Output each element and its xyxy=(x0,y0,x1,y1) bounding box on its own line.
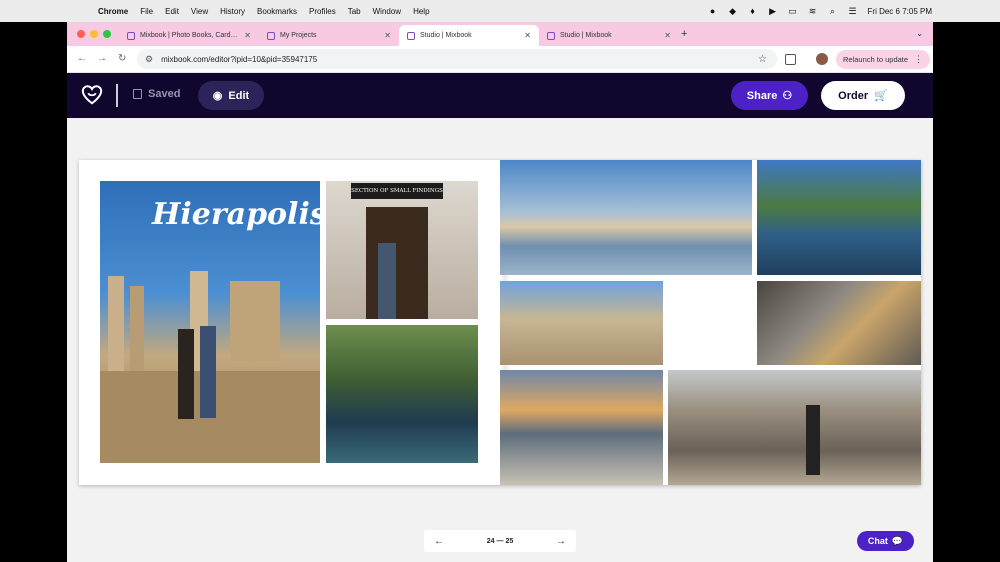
order-label: Order xyxy=(838,89,869,102)
mixbook-favicon-icon xyxy=(547,31,555,40)
save-disk-icon xyxy=(133,89,142,99)
search-icon[interactable]: ⌕ xyxy=(828,6,838,16)
hierapolis-title-text: Hierapolis xyxy=(152,197,320,232)
menu-view[interactable]: View xyxy=(191,7,208,16)
tab-title: Studio | Mixbook xyxy=(420,32,472,39)
mixbook-heart-logo-icon[interactable] xyxy=(81,84,103,106)
menu-bookmarks[interactable]: Bookmarks xyxy=(257,7,297,16)
menu-edit[interactable]: Edit xyxy=(165,7,179,16)
small-findings-sign: SECTION OF SMALL FINDINGS xyxy=(351,183,443,199)
tab-title: Studio | Mixbook xyxy=(560,32,612,39)
tab-title: Mixbook | Photo Books, Card… xyxy=(140,32,238,39)
edit-mode-button[interactable]: ◉ Edit xyxy=(198,81,264,110)
close-tab-icon[interactable]: ✕ xyxy=(664,31,671,40)
relaunch-button[interactable]: Relaunch to update ⋮ xyxy=(836,50,930,69)
photo-ruins-columns[interactable] xyxy=(500,281,663,365)
editor-canvas: Hierapolis SECTION OF SMALL FINDINGS ← 2… xyxy=(67,118,933,562)
photo-small-findings-doorway[interactable]: SECTION OF SMALL FINDINGS xyxy=(326,181,478,319)
chat-button[interactable]: Chat 💬 xyxy=(857,531,914,551)
tab-studio-active[interactable]: Studio | Mixbook ✕ xyxy=(399,25,539,46)
minimize-window-icon[interactable] xyxy=(90,30,98,38)
record-icon[interactable]: ● xyxy=(708,6,718,16)
mixbook-favicon-icon xyxy=(267,31,275,40)
address-bar[interactable]: ⚙ mixbook.com/editor?ipid=10&pid=3594717… xyxy=(137,49,777,69)
bookmark-star-icon[interactable]: ☆ xyxy=(758,54,767,65)
doorway-shape xyxy=(366,207,428,319)
photo-pool-swimmers[interactable] xyxy=(326,325,478,463)
play-icon[interactable]: ▶ xyxy=(768,6,778,16)
page-indicator: 24 — 25 xyxy=(486,537,514,545)
woman-figure xyxy=(806,405,820,475)
chat-bubble-icon: 💬 xyxy=(891,535,904,546)
menu-tab[interactable]: Tab xyxy=(348,7,361,16)
mixbook-favicon-icon xyxy=(127,31,135,40)
tab-strip: Mixbook | Photo Books, Card… ✕ My Projec… xyxy=(67,22,933,46)
menu-app-name[interactable]: Chrome xyxy=(98,7,128,16)
photo-travertine-sunset[interactable] xyxy=(500,160,752,275)
browser-window: Mixbook | Photo Books, Card… ✕ My Projec… xyxy=(67,22,933,562)
share-people-icon: ⚇ xyxy=(782,90,793,102)
editor-header: Saved ◉ Edit Share ⚇ Order 🛒 xyxy=(67,73,933,118)
photo-museum-statue[interactable] xyxy=(757,281,921,365)
photo-terraces-sunset[interactable] xyxy=(500,370,663,485)
photo-antique-pool[interactable] xyxy=(757,160,921,275)
tab-search-chevron-icon[interactable]: ⌄ xyxy=(916,29,923,38)
window-controls xyxy=(77,30,111,38)
previous-page-arrow-icon[interactable]: ← xyxy=(434,536,444,547)
page-spread: Hierapolis SECTION OF SMALL FINDINGS xyxy=(79,160,921,485)
cart-icon: 🛒 xyxy=(874,90,888,102)
close-window-icon[interactable] xyxy=(77,30,85,38)
tab-my-projects[interactable]: My Projects ✕ xyxy=(259,25,399,46)
forward-arrow-icon[interactable]: → xyxy=(97,53,107,64)
share-label: Share xyxy=(746,89,778,102)
maximize-window-icon[interactable] xyxy=(103,30,111,38)
browser-toolbar: ← → ↻ ⚙ mixbook.com/editor?ipid=10&pid=3… xyxy=(67,46,933,73)
chat-label: Chat xyxy=(867,536,888,546)
close-tab-icon[interactable]: ✕ xyxy=(244,31,251,40)
profile-avatar[interactable] xyxy=(816,53,828,65)
photo-hierapolis-ruins[interactable]: Hierapolis xyxy=(100,181,320,463)
extensions-puzzle-icon[interactable] xyxy=(785,54,796,65)
share-button[interactable]: Share ⚇ xyxy=(731,81,808,110)
menu-window[interactable]: Window xyxy=(373,7,401,16)
page-navigator: ← 24 — 25 → xyxy=(424,530,576,552)
photo-amphitheater[interactable] xyxy=(668,370,921,485)
saved-status: Saved xyxy=(133,88,180,100)
new-tab-icon[interactable]: + xyxy=(681,28,687,40)
macos-menu-bar: Chrome File Edit View History Bookmarks … xyxy=(0,0,1000,22)
close-tab-icon[interactable]: ✕ xyxy=(524,31,531,40)
back-arrow-icon[interactable]: ← xyxy=(77,53,87,64)
header-divider xyxy=(116,84,118,107)
order-button[interactable]: Order 🛒 xyxy=(821,81,905,110)
control-center-icon[interactable]: ☰ xyxy=(848,6,858,16)
next-page-arrow-icon[interactable]: → xyxy=(556,536,566,547)
wifi-icon[interactable]: ≋ xyxy=(808,6,818,16)
menu-help[interactable]: Help xyxy=(413,7,429,16)
man-figure xyxy=(378,243,396,319)
mixbook-favicon-icon xyxy=(407,31,415,40)
menu-profiles[interactable]: Profiles xyxy=(309,7,336,16)
tab-studio[interactable]: Studio | Mixbook ✕ xyxy=(539,25,679,46)
reload-icon[interactable]: ↻ xyxy=(118,53,126,64)
menubar-clock[interactable]: Fri Dec 6 7:05 PM xyxy=(868,7,932,16)
shield-icon[interactable]: ◆ xyxy=(728,6,738,16)
url-text[interactable]: mixbook.com/editor?ipid=10&pid=35947175 xyxy=(161,55,317,64)
close-tab-icon[interactable]: ✕ xyxy=(384,31,391,40)
flame-icon[interactable]: ♦ xyxy=(748,6,758,16)
relaunch-label: Relaunch to update xyxy=(843,55,909,64)
sign-text: SECTION OF SMALL FINDINGS xyxy=(351,188,443,194)
site-settings-icon[interactable]: ⚙ xyxy=(145,54,153,65)
menu-history[interactable]: History xyxy=(220,7,245,16)
battery-icon[interactable]: ▭ xyxy=(788,6,798,16)
eye-icon: ◉ xyxy=(212,90,223,102)
edit-label: Edit xyxy=(228,89,250,102)
menu-file[interactable]: File xyxy=(140,7,153,16)
tab-mixbook-home[interactable]: Mixbook | Photo Books, Card… ✕ xyxy=(119,25,259,46)
saved-label: Saved xyxy=(148,88,181,100)
tab-title: My Projects xyxy=(280,32,317,39)
more-vertical-icon[interactable]: ⋮ xyxy=(914,54,923,65)
